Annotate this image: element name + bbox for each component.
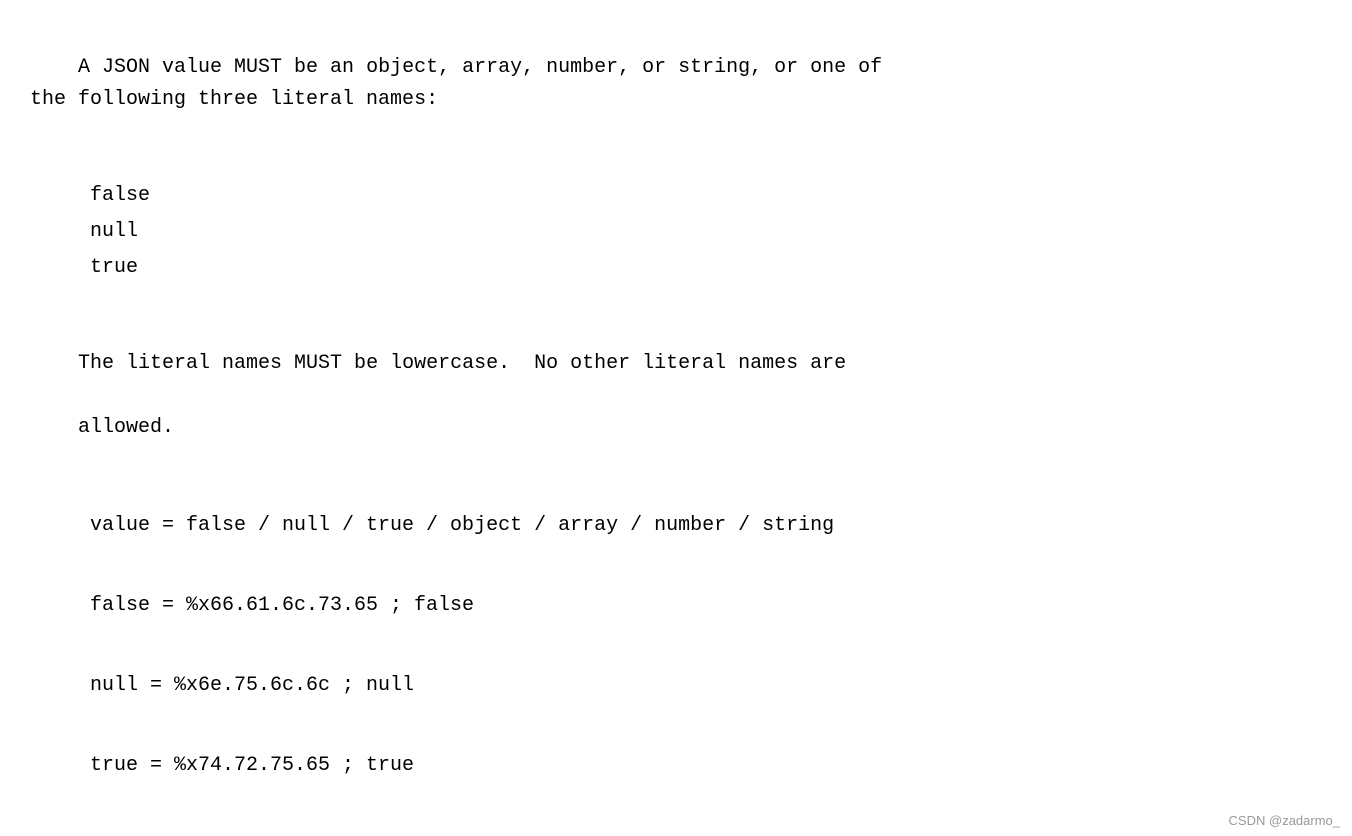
list-item-false: false (90, 178, 1322, 214)
list-item-true: true (90, 250, 1322, 286)
paragraph-2-line2: allowed. (78, 416, 174, 439)
grammar-rule-value: value = false / null / true / object / a… (90, 506, 1322, 546)
grammar-rule-true: true = %x74.72.75.65 ; true (90, 746, 1322, 786)
grammar-rule-false: false = %x66.61.6c.73.65 ; false (90, 586, 1322, 626)
watermark: CSDN @zadarmo_ (1229, 813, 1340, 828)
paragraph-2-line1: The literal names MUST be lowercase. No … (78, 352, 846, 375)
main-content: A JSON value MUST be an object, array, n… (30, 20, 1322, 786)
grammar-rules: value = false / null / true / object / a… (90, 506, 1322, 786)
paragraph-1: A JSON value MUST be an object, array, n… (30, 20, 1322, 148)
paragraph-1-text: A JSON value MUST be an object, array, n… (30, 56, 882, 111)
literal-names-list: false null true (90, 178, 1322, 286)
paragraph-2: The literal names MUST be lowercase. No … (30, 316, 1322, 476)
grammar-rule-null: null = %x6e.75.6c.6c ; null (90, 666, 1322, 706)
list-item-null: null (90, 214, 1322, 250)
